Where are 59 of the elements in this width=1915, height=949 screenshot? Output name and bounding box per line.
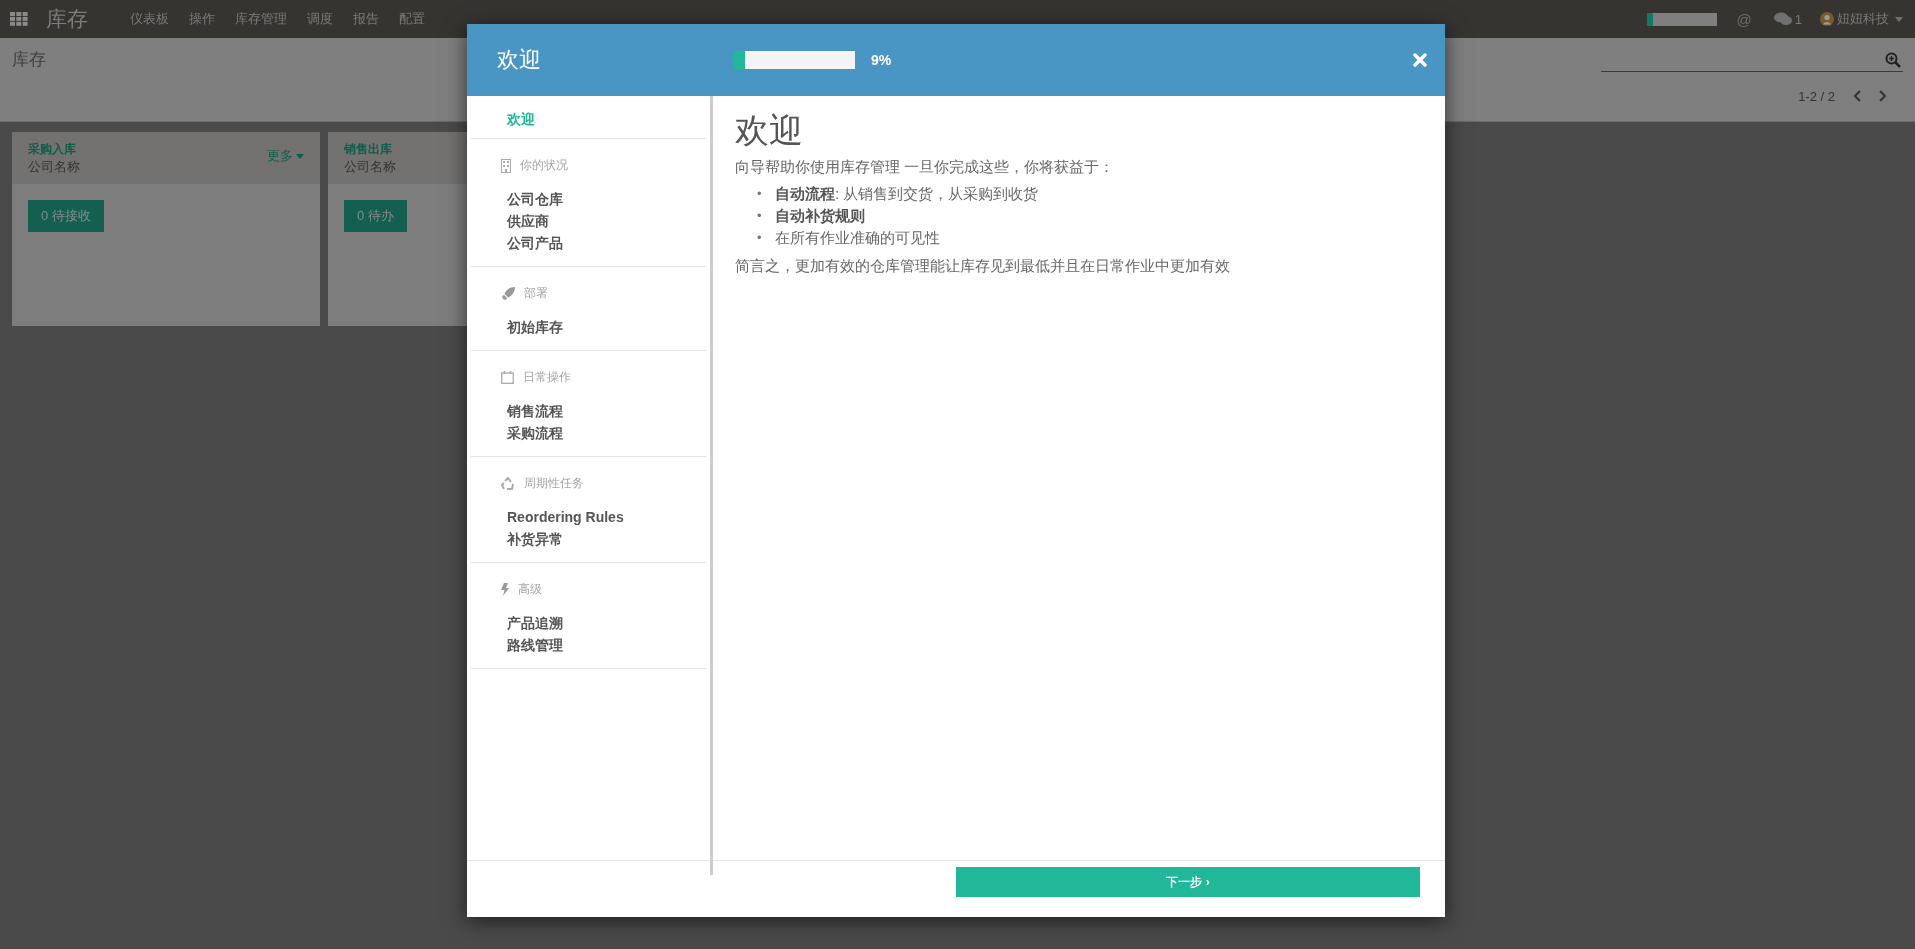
card-title[interactable]: 采购入库 (28, 140, 80, 158)
sidebar-item[interactable]: 销售流程 (497, 400, 563, 422)
section-title: 部署 (524, 285, 548, 302)
bullet-item: 在所有作业准确的可见性 (775, 228, 940, 248)
section-title: 高级 (518, 581, 542, 598)
recycle-icon (501, 476, 515, 491)
at-sign-icon[interactable]: @ (1736, 10, 1752, 28)
apps-grid-icon[interactable] (10, 12, 28, 26)
sidebar-item[interactable]: 欢迎 (497, 108, 535, 130)
next-button[interactable]: 下一步 › (956, 867, 1420, 897)
chat-bubbles-icon[interactable] (1773, 12, 1792, 26)
caret-icon (296, 153, 304, 159)
menu-item[interactable]: 操作 (189, 10, 215, 28)
menu-item[interactable]: 报告 (353, 10, 379, 28)
sidebar-item[interactable]: 路线管理 (497, 634, 563, 656)
progress-percent: 9% (871, 52, 892, 68)
bullet-item: 自动补货规则 (775, 206, 865, 226)
chat-count: 1 (1794, 11, 1802, 27)
search-icon[interactable] (1885, 52, 1901, 68)
building-icon (501, 158, 511, 173)
lightning-bolt-icon (501, 583, 509, 596)
menu-item[interactable]: 仪表板 (130, 10, 169, 28)
calendar-icon (501, 371, 514, 384)
progress-bar[interactable] (1646, 12, 1717, 26)
user-menu[interactable]: 妞妞科技 (1837, 10, 1889, 28)
chevron-left-icon[interactable] (1853, 90, 1861, 102)
menu-item[interactable]: 配置 (399, 10, 425, 28)
sidebar-item[interactable]: 产品追溯 (497, 612, 563, 634)
sidebar-item[interactable]: 初始库存 (497, 316, 563, 338)
pager: 1-2 / 2 (1798, 88, 1835, 104)
caret-icon (1895, 16, 1903, 22)
summary-text: 简言之，更加有效的仓库管理能让库存见到最低并且在日常作业中更加有效 (735, 257, 1230, 276)
breadcrumb: 库存 (12, 48, 46, 71)
intro-text: 向导帮助你使用库存管理 一旦你完成这些，你将获益于： (735, 158, 1115, 177)
chevron-right-icon[interactable] (1879, 90, 1887, 102)
bullet-item: 自动流程: 从销售到交货，从采购到收货 (775, 184, 1039, 204)
avatar-icon (1820, 12, 1834, 26)
menu-item[interactable]: 调度 (307, 10, 333, 28)
bullet-marker: • (757, 229, 763, 247)
sidebar-item[interactable]: 采购流程 (497, 422, 563, 444)
section-title: 日常操作 (523, 369, 571, 386)
bullet-marker: • (757, 207, 763, 225)
menu-item[interactable]: 库存管理 (235, 10, 287, 28)
more-dropdown[interactable]: 更多 (267, 147, 304, 165)
section-title: 周期性任务 (524, 475, 584, 492)
dialog-title: 欢迎 (497, 46, 542, 74)
card-title[interactable]: 销售出库 (344, 140, 396, 158)
app-title: 库存 (46, 6, 88, 32)
close-icon[interactable] (1413, 53, 1427, 67)
card-button[interactable]: 0 待办 (344, 200, 407, 232)
bullet-marker: • (757, 185, 763, 203)
sidebar-item[interactable]: 公司仓库 (497, 188, 563, 210)
card-button[interactable]: 0 待接收 (28, 200, 104, 232)
sidebar-item[interactable]: 公司产品 (497, 232, 563, 254)
sidebar-item[interactable]: 补货异常 (497, 528, 563, 550)
content-heading: 欢迎 (735, 110, 804, 151)
section-title: 你的状况 (520, 157, 568, 174)
sidebar-item[interactable]: Reordering Rules (497, 506, 624, 528)
sidebar-item[interactable]: 供应商 (497, 210, 549, 232)
